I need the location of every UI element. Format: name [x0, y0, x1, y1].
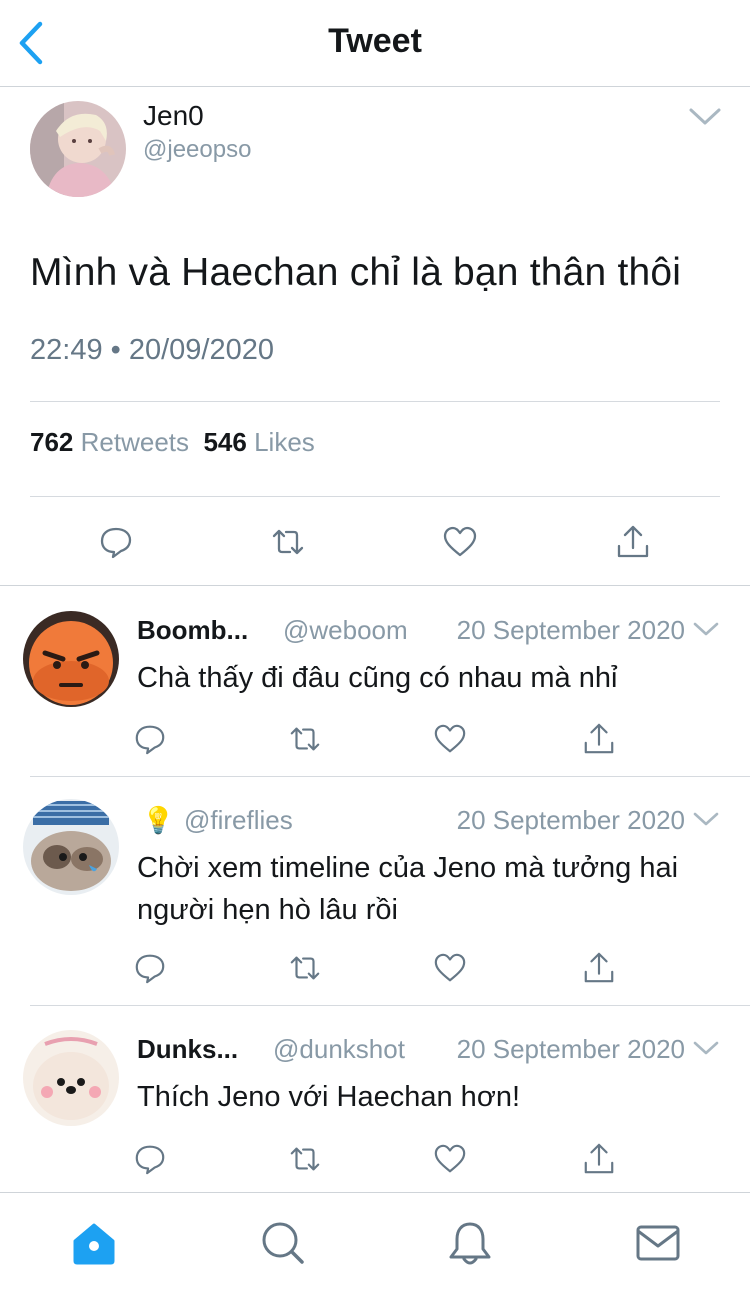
tweet-stats: 762 Retweets 546 Likes	[30, 427, 315, 458]
reply-author-handle[interactable]: @fireflies	[184, 805, 293, 836]
reply-author-name[interactable]: Dunks...	[137, 1034, 238, 1065]
share-button[interactable]	[582, 1142, 616, 1176]
bottom-tab-bar	[0, 1192, 750, 1292]
heart-icon	[434, 724, 466, 753]
comment-icon	[100, 527, 132, 559]
reply-options-button[interactable]	[693, 1040, 719, 1056]
reply-button[interactable]	[133, 951, 167, 985]
divider	[30, 496, 720, 497]
reply-author-handle[interactable]: @weboom	[283, 615, 408, 646]
tweet-timestamp: 22:49 • 20/09/2020	[30, 334, 274, 366]
reply-options-button[interactable]	[693, 621, 719, 637]
retweets-label[interactable]: Retweets	[81, 427, 189, 457]
retweet-button[interactable]	[288, 722, 322, 756]
bell-icon	[449, 1222, 491, 1265]
reply-text: Chời xem timeline của Jeno mà tưởng hai …	[137, 852, 679, 926]
main-tweet: Jen0 @jeeopso Mình và Haechan chỉ là bạn…	[0, 88, 750, 586]
chevron-down-icon	[693, 812, 719, 826]
divider	[30, 401, 720, 402]
reply-tweet[interactable]: Boomb... @weboom 20 September 2020 Chà t…	[0, 587, 750, 777]
retweets-count[interactable]: 762	[30, 427, 73, 457]
mail-icon	[636, 1225, 680, 1261]
tab-notifications[interactable]	[446, 1219, 494, 1267]
heart-icon	[443, 526, 477, 557]
home-icon	[73, 1223, 115, 1265]
chevron-down-icon	[689, 108, 721, 125]
reply-author-name[interactable]: 💡	[142, 805, 174, 836]
tweet-text: Mình và Haechan chỉ là bạn thân thôi	[30, 251, 682, 294]
retweet-icon	[290, 727, 320, 751]
share-icon	[584, 952, 614, 983]
search-icon	[262, 1222, 304, 1264]
like-button[interactable]	[433, 951, 467, 985]
avatar[interactable]	[23, 611, 119, 707]
top-nav-bar: Tweet	[0, 0, 750, 87]
retweet-icon	[272, 529, 304, 555]
retweet-button[interactable]	[270, 524, 306, 560]
like-button[interactable]	[433, 1142, 467, 1176]
reply-tweet[interactable]: 💡 @fireflies 20 September 2020 Chời xem …	[0, 777, 750, 1006]
reply-button[interactable]	[98, 524, 134, 560]
comment-icon	[135, 1145, 165, 1175]
comment-icon	[135, 954, 165, 984]
comment-icon	[135, 725, 165, 755]
avatar[interactable]	[23, 1030, 119, 1126]
retweet-icon	[290, 1147, 320, 1171]
reply-text: Chà thấy đi đâu cũng có nhau mà nhỉ	[137, 662, 618, 694]
share-icon	[584, 723, 614, 754]
share-button[interactable]	[615, 524, 651, 560]
reply-date: 20 September 2020	[456, 1034, 685, 1064]
reply-date: 20 September 2020	[456, 805, 685, 835]
like-button[interactable]	[442, 524, 478, 560]
reply-tweet[interactable]: Dunks... @dunkshot 20 September 2020 Thí…	[0, 1006, 750, 1192]
share-button[interactable]	[582, 722, 616, 756]
reply-author-name[interactable]: Boomb...	[137, 615, 248, 646]
tweet-options-button[interactable]	[688, 106, 722, 128]
likes-count[interactable]: 546	[203, 427, 246, 457]
retweet-icon	[290, 956, 320, 980]
avatar[interactable]	[30, 101, 126, 197]
heart-icon	[434, 953, 466, 982]
page-title: Tweet	[328, 22, 422, 60]
chevron-down-icon	[693, 1041, 719, 1055]
tab-search[interactable]	[258, 1219, 306, 1267]
share-icon	[617, 525, 649, 558]
share-button[interactable]	[582, 951, 616, 985]
reply-date: 20 September 2020	[456, 615, 685, 645]
reply-author-handle[interactable]: @dunkshot	[273, 1034, 405, 1065]
like-button[interactable]	[433, 722, 467, 756]
share-icon	[584, 1143, 614, 1174]
tab-messages[interactable]	[634, 1219, 682, 1267]
tab-home[interactable]	[70, 1219, 118, 1267]
reply-options-button[interactable]	[693, 811, 719, 827]
retweet-button[interactable]	[288, 1142, 322, 1176]
retweet-button[interactable]	[288, 951, 322, 985]
reply-text: Thích Jeno với Haechan hơn!	[137, 1081, 521, 1113]
reply-button[interactable]	[133, 722, 167, 756]
author-handle[interactable]: @jeeopso	[143, 136, 251, 164]
reply-button[interactable]	[133, 1142, 167, 1176]
heart-icon	[434, 1144, 466, 1173]
author-name[interactable]: Jen0	[143, 100, 204, 132]
chevron-down-icon	[693, 622, 719, 636]
likes-label[interactable]: Likes	[254, 427, 315, 457]
avatar[interactable]	[23, 799, 119, 895]
